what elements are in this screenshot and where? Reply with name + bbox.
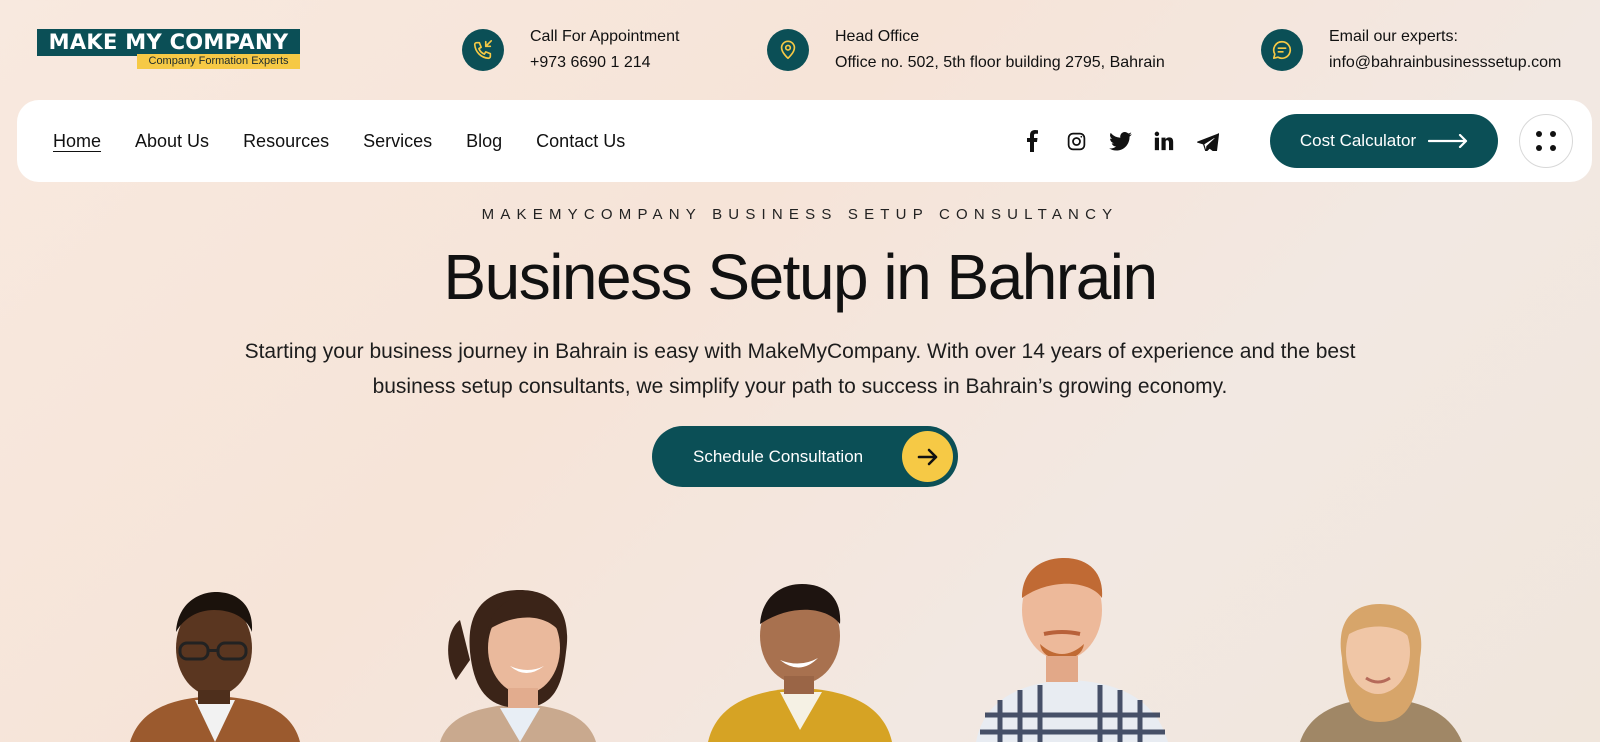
email-info: Email our experts: info@bahrainbusinesss… xyxy=(1261,28,1561,71)
hero-people-image xyxy=(0,540,1600,742)
nav-item-blog[interactable]: Blog xyxy=(466,131,502,152)
office-info: Head Office Office no. 502, 5th floor bu… xyxy=(767,28,1165,71)
person-1 xyxy=(130,592,300,742)
page-title: Business Setup in Bahrain xyxy=(443,241,1158,313)
chat-icon xyxy=(1261,29,1303,71)
facebook-icon[interactable] xyxy=(1010,130,1054,152)
linkedin-icon[interactable] xyxy=(1142,131,1186,151)
nav-item-contact-us[interactable]: Contact Us xyxy=(536,131,625,152)
phone-icon xyxy=(462,29,504,71)
long-arrow-right-icon xyxy=(1428,134,1468,148)
person-2 xyxy=(440,590,596,742)
hero-description: Starting your business journey in Bahrai… xyxy=(244,340,1356,398)
nav-links: Home About Us Resources Services Blog Co… xyxy=(53,100,659,182)
logo-name: MAKE MY COMPANY xyxy=(37,29,300,56)
email-label: Email our experts: xyxy=(1329,28,1458,45)
call-info: Call For Appointment +973 6690 1 214 xyxy=(462,28,679,71)
cost-calculator-label: Cost Calculator xyxy=(1299,131,1417,150)
main-navbar: Home About Us Resources Services Blog Co… xyxy=(17,100,1592,182)
call-label: Call For Appointment xyxy=(530,28,680,45)
instagram-icon[interactable] xyxy=(1054,131,1098,152)
office-label: Head Office xyxy=(835,28,920,45)
location-pin-icon xyxy=(767,29,809,71)
call-number[interactable]: +973 6690 1 214 xyxy=(530,50,679,76)
office-address: Office no. 502, 5th floor building 2795,… xyxy=(835,54,1165,71)
cost-calculator-button[interactable]: Cost Calculator xyxy=(1270,114,1498,168)
company-logo[interactable]: MAKE MY COMPANY Company Formation Expert… xyxy=(37,29,301,71)
nav-item-about-us[interactable]: About Us xyxy=(135,131,209,152)
person-4 xyxy=(976,558,1168,742)
person-5 xyxy=(1300,604,1462,742)
grid-dots-icon[interactable] xyxy=(1519,114,1573,168)
logo-tagline: Company Formation Experts xyxy=(137,54,300,69)
hero-eyebrow: MAKEMYCOMPANY BUSINESS SETUP CONSULTANCY xyxy=(481,206,1119,223)
schedule-consultation-button[interactable]: Schedule Consultation xyxy=(652,426,958,487)
email-address[interactable]: info@bahrainbusinesssetup.com xyxy=(1329,50,1561,76)
telegram-icon[interactable] xyxy=(1186,132,1230,151)
schedule-consultation-label: Schedule Consultation xyxy=(693,446,864,466)
person-3 xyxy=(708,584,892,742)
nav-item-services[interactable]: Services xyxy=(363,131,432,152)
twitter-icon[interactable] xyxy=(1098,131,1142,151)
social-links xyxy=(1010,100,1230,182)
nav-item-home[interactable]: Home xyxy=(53,131,101,152)
arrow-right-icon xyxy=(902,431,953,482)
nav-item-resources[interactable]: Resources xyxy=(243,131,329,152)
